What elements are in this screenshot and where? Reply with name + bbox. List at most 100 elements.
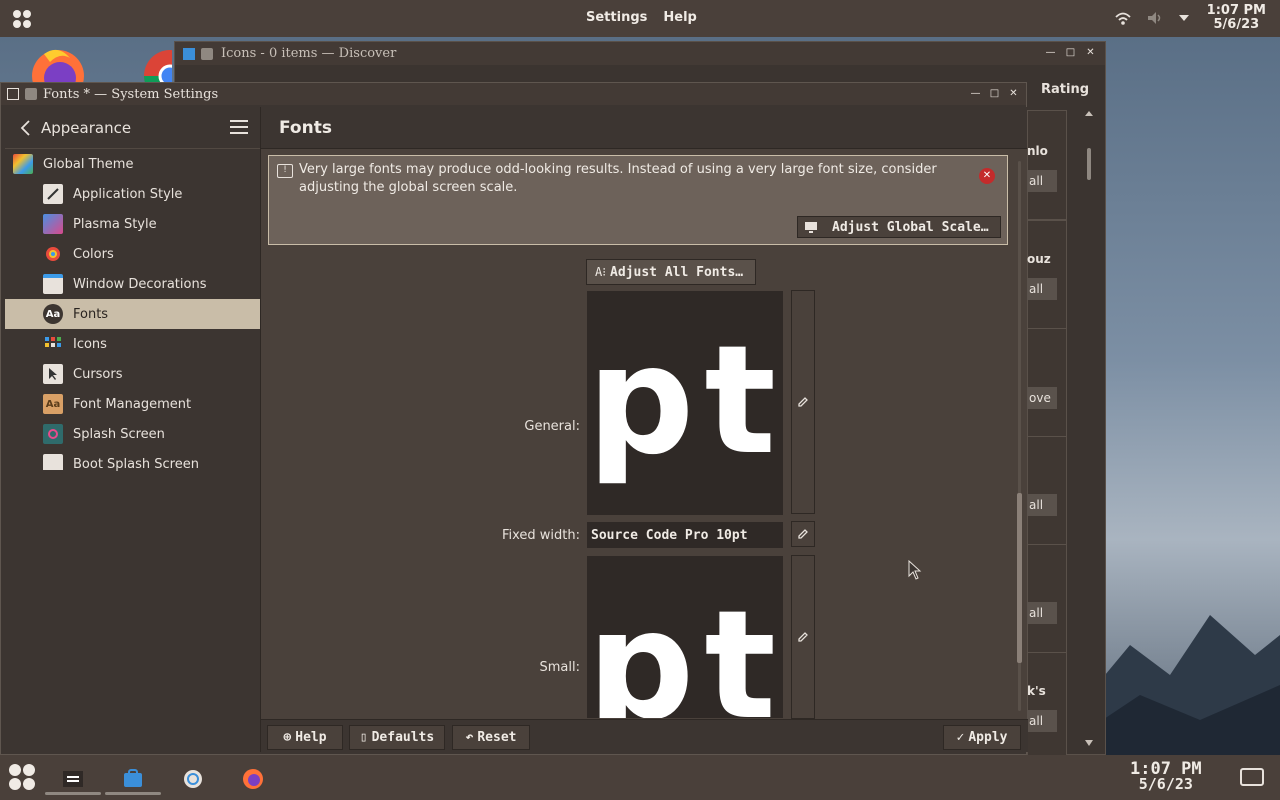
sidebar-item-boot-splash-screen[interactable]: Boot Splash Screen xyxy=(5,449,260,479)
defaults-button[interactable]: ▯ Defaults xyxy=(349,725,445,750)
boot-splash-screen-icon xyxy=(43,454,63,474)
app-launcher-icon[interactable] xyxy=(8,763,36,791)
help-icon: ⊕ xyxy=(283,730,292,745)
close-icon[interactable]: ✕ xyxy=(1084,46,1097,59)
settings-titlebar[interactable]: Fonts * — System Settings xyxy=(1,83,1026,105)
sidebar-item-font-management[interactable]: Aa Font Management xyxy=(5,389,260,419)
discover-install-button[interactable]: all xyxy=(1027,710,1057,732)
apply-button-label: Apply xyxy=(968,730,1008,745)
warning-close-icon[interactable]: ✕ xyxy=(979,168,995,184)
close-icon[interactable]: ✕ xyxy=(1007,87,1020,100)
sidebar-item-label: Plasma Style xyxy=(73,216,157,232)
sidebar-item-splash-screen[interactable]: Splash Screen xyxy=(5,419,260,449)
sidebar-item-colors[interactable]: Colors xyxy=(5,239,260,269)
help-button[interactable]: ⊕ Help xyxy=(267,725,343,750)
minimize-icon[interactable]: — xyxy=(969,87,982,100)
sidebar-item-global-theme[interactable]: Global Theme xyxy=(5,149,260,179)
taskbar-active-indicator xyxy=(105,792,161,795)
maximize-icon[interactable]: □ xyxy=(1064,46,1077,59)
back-icon[interactable] xyxy=(15,118,35,138)
adjust-global-scale-button[interactable]: Adjust Global Scale… xyxy=(797,216,1001,238)
settings-app-icon xyxy=(7,88,19,100)
reset-button[interactable]: ↶ Reset xyxy=(452,725,530,750)
fixed-width-font-label: Fixed width: xyxy=(501,528,580,543)
discover-card[interactable] xyxy=(1027,544,1067,654)
fixed-width-font-field[interactable]: Source Code Pro 10pt xyxy=(586,521,784,549)
menu-help[interactable]: Help xyxy=(663,10,696,25)
small-font-preview[interactable]: pt xyxy=(586,555,784,719)
pencil-icon xyxy=(798,632,808,642)
taskbar-firefox[interactable] xyxy=(225,761,281,797)
monitor-icon xyxy=(805,222,817,233)
taskbar-discover[interactable] xyxy=(105,761,161,797)
adjust-all-fonts-label: Adjust All Fonts… xyxy=(610,264,744,280)
warning-message: ! Very large fonts may produce odd-looki… xyxy=(268,155,1008,245)
discover-title: Icons - 0 items — Discover xyxy=(221,46,397,61)
general-font-edit-button[interactable] xyxy=(791,290,815,514)
defaults-icon: ▯ xyxy=(359,730,368,745)
system-settings-icon xyxy=(63,771,83,787)
settings-pin-icon[interactable] xyxy=(25,88,37,100)
fixed-width-font-edit-button[interactable] xyxy=(791,521,815,547)
page-title: Fonts xyxy=(261,107,1027,149)
discover-card[interactable] xyxy=(1027,110,1067,220)
discover-install-button[interactable]: all xyxy=(1027,278,1057,300)
small-font-edit-button[interactable] xyxy=(791,555,815,719)
font-adjust-icon: A⁝ xyxy=(595,265,607,279)
window-decorations-icon xyxy=(43,274,63,294)
sidebar-item-label: Icons xyxy=(73,336,107,352)
sidebar-item-application-style[interactable]: Application Style xyxy=(5,179,260,209)
network-icon[interactable] xyxy=(1114,9,1132,27)
discover-app-icon xyxy=(183,47,195,60)
sidebar-item-plasma-style[interactable]: Plasma Style xyxy=(5,209,260,239)
info-icon: ! xyxy=(277,164,293,178)
sidebar-item-cursors[interactable]: Cursors xyxy=(5,359,260,389)
adjust-all-fonts-button[interactable]: A⁝ Adjust All Fonts… xyxy=(586,259,756,285)
app-launcher-icon[interactable] xyxy=(12,9,32,29)
sidebar-item-fonts[interactable]: Aa Fonts xyxy=(5,299,260,329)
discover-card[interactable] xyxy=(1027,436,1067,546)
sidebar-item-label: Cursors xyxy=(73,366,123,382)
hamburger-menu-icon[interactable] xyxy=(230,119,248,135)
scrollbar-thumb[interactable] xyxy=(1017,493,1022,663)
discover-card[interactable] xyxy=(1027,328,1067,438)
system-settings-window: Fonts * — System Settings — □ ✕ Appearan… xyxy=(0,82,1028,755)
show-desktop-icon[interactable] xyxy=(1240,768,1264,786)
discover-card[interactable] xyxy=(1027,220,1067,330)
minimize-icon[interactable]: — xyxy=(1044,46,1057,59)
checkmark-icon: ✓ xyxy=(956,730,965,745)
discover-install-button[interactable]: all xyxy=(1027,494,1057,516)
sidebar-item-icons[interactable]: Icons xyxy=(5,329,260,359)
adjust-global-scale-label: Adjust Global Scale… xyxy=(832,219,989,235)
discover-titlebar[interactable]: Icons - 0 items — Discover xyxy=(175,42,1105,65)
discover-pin-icon[interactable] xyxy=(201,47,213,60)
taskbar: 1:07 PM 5/6/23 xyxy=(0,755,1280,800)
discover-remove-button[interactable]: ove xyxy=(1027,387,1057,409)
pencil-icon xyxy=(798,397,808,407)
apply-button[interactable]: ✓ Apply xyxy=(943,725,1021,750)
menu-settings[interactable]: Settings xyxy=(586,10,647,25)
discover-install-button[interactable]: all xyxy=(1027,602,1057,624)
mouse-cursor-icon xyxy=(908,560,922,580)
system-tray xyxy=(1114,9,1190,27)
defaults-button-label: Defaults xyxy=(371,730,435,745)
tray-arrow-icon[interactable] xyxy=(1178,12,1190,24)
discover-card[interactable] xyxy=(1027,652,1067,762)
bottom-clock[interactable]: 1:07 PM 5/6/23 xyxy=(1130,761,1202,793)
top-clock[interactable]: 1:07 PM 5/6/23 xyxy=(1207,4,1266,32)
bottom-clock-date: 5/6/23 xyxy=(1138,775,1193,793)
discover-install-button[interactable]: all xyxy=(1027,170,1057,192)
general-font-preview[interactable]: pt xyxy=(586,290,784,516)
chrome-desktop-icon[interactable] xyxy=(142,44,172,84)
maximize-icon[interactable]: □ xyxy=(988,87,1001,100)
discover-scrollbar[interactable] xyxy=(1080,110,1098,750)
sidebar-item-window-decorations[interactable]: Window Decorations xyxy=(5,269,260,299)
kde-connect-icon xyxy=(184,770,202,788)
sidebar-item-label: Font Management xyxy=(73,396,192,412)
firefox-desktop-icon[interactable] xyxy=(30,44,86,84)
discover-rating-header[interactable]: Rating xyxy=(1041,82,1089,97)
main-scrollbar[interactable] xyxy=(1015,153,1025,719)
taskbar-system-settings[interactable] xyxy=(45,761,101,797)
volume-icon[interactable] xyxy=(1146,9,1164,27)
taskbar-app[interactable] xyxy=(165,761,221,797)
